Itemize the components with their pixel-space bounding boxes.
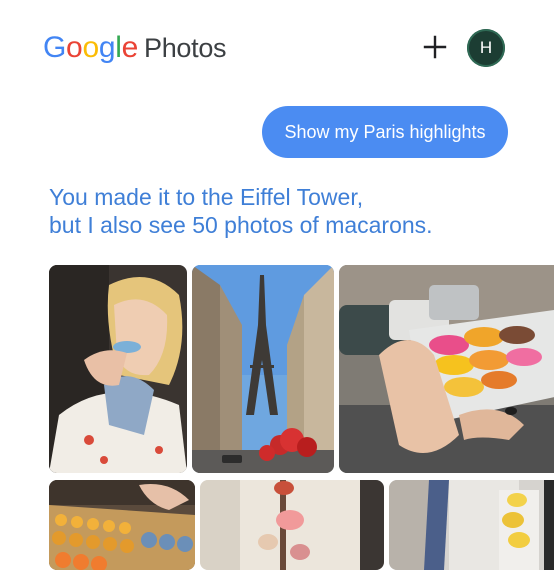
- photo-eiffel-tower-street: [192, 265, 334, 473]
- photo-grid: [0, 0, 554, 570]
- photo-tile[interactable]: [389, 480, 554, 570]
- photo-tile[interactable]: [339, 265, 554, 473]
- photo-tile[interactable]: [192, 265, 334, 473]
- photo-tile[interactable]: [200, 480, 384, 570]
- photo-woman-eating-macaron: [49, 265, 187, 473]
- photo-tile[interactable]: [49, 265, 187, 473]
- photo-macaron-tower: [200, 480, 384, 570]
- photo-tile[interactable]: [49, 480, 195, 570]
- photo-macarons-in-window: [389, 480, 554, 570]
- photo-hand-holding-macarons: [339, 265, 554, 473]
- photo-trays-of-macarons: [49, 480, 195, 570]
